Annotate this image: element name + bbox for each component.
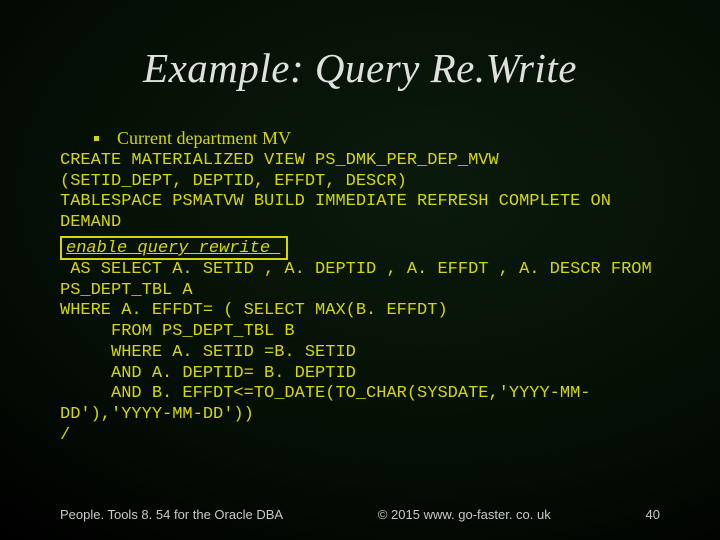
footer-center: © 2015 www. go-faster. co. uk xyxy=(378,507,551,522)
slide-number: 40 xyxy=(646,507,660,522)
code-block-1: CREATE MATERIALIZED VIEW PS_DMK_PER_DEP_… xyxy=(60,151,660,234)
highlight-box: enable query rewrite xyxy=(60,236,288,260)
bullet-text: Current department MV xyxy=(117,128,291,149)
bullet-icon xyxy=(94,136,99,141)
slide: Example: Query Re.Write Current departme… xyxy=(0,0,720,540)
slide-title: Example: Query Re.Write xyxy=(60,44,660,92)
code-block-2: AS SELECT A. SETID , A. DEPTID , A. EFFD… xyxy=(60,260,660,447)
bullet-item: Current department MV xyxy=(60,128,660,149)
highlight-text: enable query rewrite xyxy=(66,239,280,258)
footer-left: People. Tools 8. 54 for the Oracle DBA xyxy=(60,507,283,522)
footer: People. Tools 8. 54 for the Oracle DBA ©… xyxy=(0,507,720,522)
